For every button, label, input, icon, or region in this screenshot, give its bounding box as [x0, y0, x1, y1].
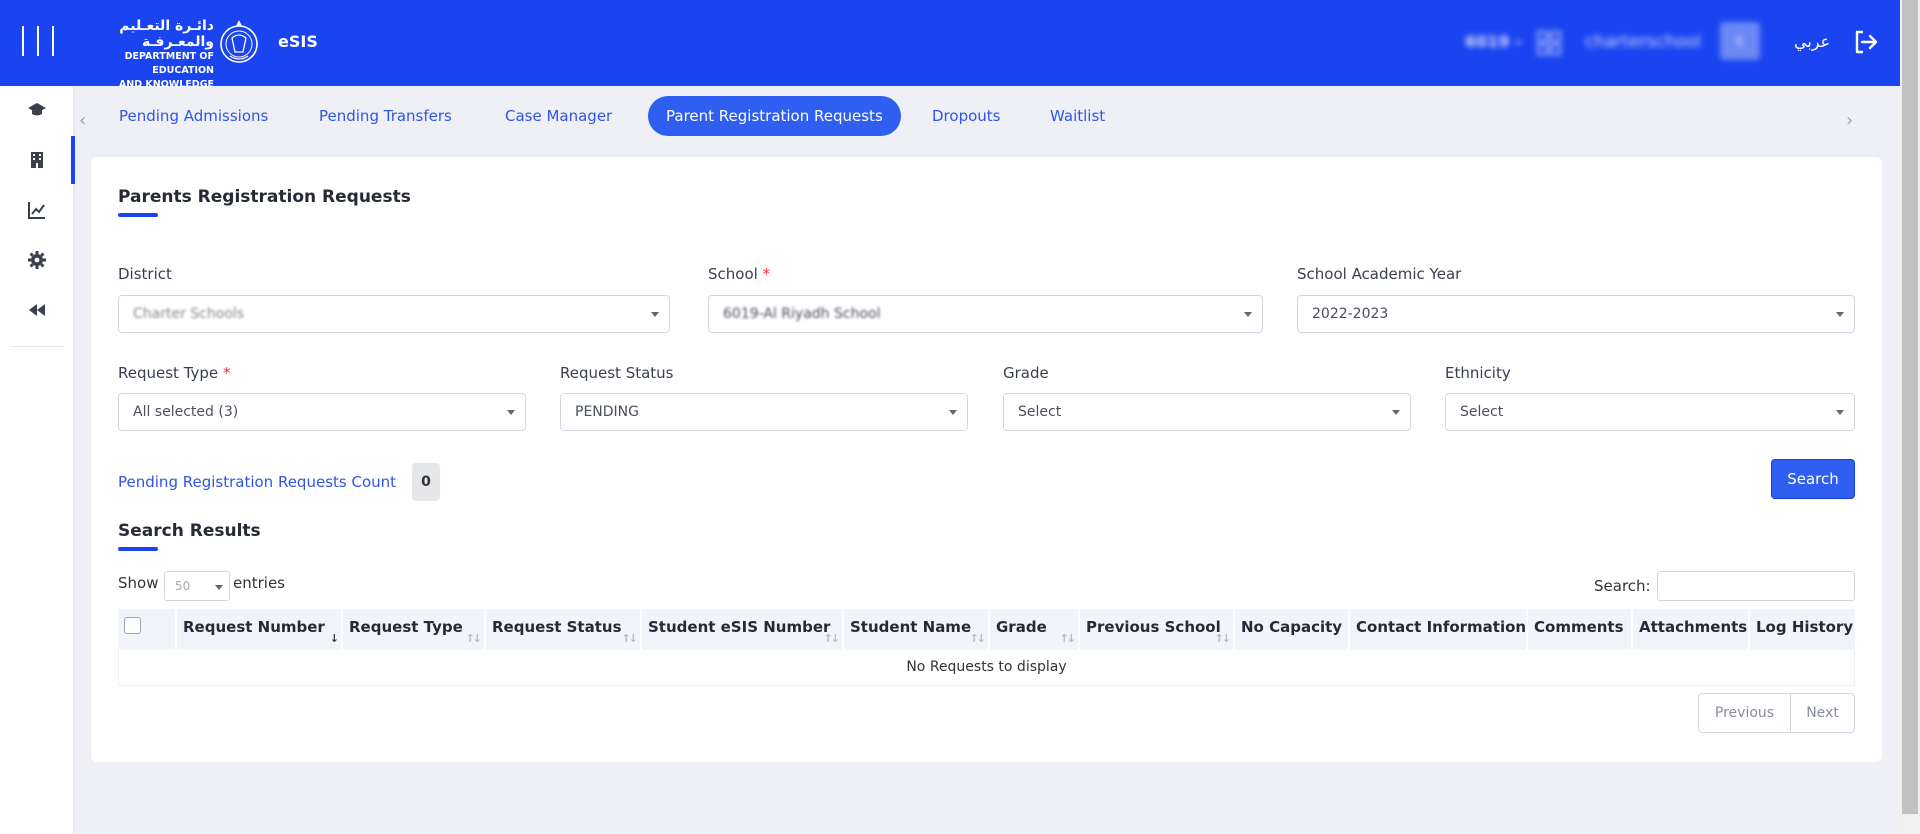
col-request-status[interactable]: Request Status ↑↓ [486, 609, 642, 650]
sidebar-item-reports[interactable] [0, 186, 74, 234]
select-all-column [118, 609, 177, 650]
menu-toggle-icon[interactable] [22, 26, 54, 56]
request-type-select[interactable]: All selected (3) [118, 393, 526, 431]
table-search-input[interactable] [1657, 571, 1855, 601]
page-title: Parents Registration Requests [118, 187, 411, 207]
col-request-type[interactable]: Request Type ↑↓ [343, 609, 486, 650]
chart-line-icon [28, 202, 45, 219]
app-name: eSIS [278, 32, 318, 51]
tab-pending-admissions[interactable]: Pending Admissions [101, 96, 286, 136]
department-logo-text: دائـرة التعـليم والمعـرفـة DEPARTMENT OF… [76, 18, 214, 92]
request-status-label: Request Status [560, 364, 674, 382]
district-label: District [118, 265, 172, 283]
request-type-label: Request Type * [118, 364, 231, 382]
request-status-value: PENDING [575, 404, 639, 420]
tab-bar: ‹ Pending Admissions Pending Transfers C… [74, 86, 1900, 150]
grade-value: Select [1018, 404, 1062, 420]
graduation-cap-icon [28, 103, 46, 116]
page-scrollbar[interactable] [1900, 0, 1920, 834]
gear-icon [28, 251, 46, 269]
username[interactable]: charterschool [1585, 32, 1701, 52]
pending-count-badge: 0 [412, 463, 440, 501]
double-chevron-left-icon [29, 304, 45, 316]
col-student-name[interactable]: Student Name ↑↓ [844, 609, 990, 650]
sidebar-item-settings[interactable] [0, 236, 74, 284]
page-size-select[interactable]: 50 [164, 571, 230, 601]
col-attachments: Attachments [1633, 609, 1750, 650]
apps-grid-icon[interactable] [1536, 30, 1562, 56]
col-log-history: Log History [1756, 618, 1854, 636]
col-request-number[interactable]: Request Number ↓ [177, 609, 343, 650]
ethnicity-label: Ethnicity [1445, 364, 1511, 382]
top-header: دائـرة التعـليم والمعـرفـة DEPARTMENT OF… [0, 0, 1900, 90]
request-status-select[interactable]: PENDING [560, 393, 968, 431]
school-label: School * [708, 265, 771, 283]
main-card: Parents Registration Requests District C… [91, 157, 1882, 762]
show-label: Show [118, 574, 159, 592]
search-button[interactable]: Search [1771, 459, 1855, 499]
sidebar-divider [10, 346, 64, 347]
logo-line1: DEPARTMENT OF EDUCATION [124, 51, 214, 76]
pending-count-label: Pending Registration Requests Count [118, 473, 397, 491]
school-code: 6019 - [1465, 32, 1522, 51]
school-value: 6019-Al Riyadh School [723, 306, 881, 322]
page-size-value: 50 [175, 579, 191, 593]
results-table: Request Number ↓ Request Type ↑↓ Request S… [118, 609, 1855, 686]
academic-year-label: School Academic Year [1297, 265, 1462, 283]
district-select[interactable]: Charter Schools [118, 295, 670, 333]
title-underline [118, 213, 158, 217]
logo-arabic: دائـرة التعـليم والمعـرفـة [119, 18, 214, 50]
sidebar [0, 86, 75, 834]
ethnicity-value: Select [1460, 404, 1504, 420]
tabs-scroll-left-icon[interactable]: ‹ [79, 110, 86, 131]
avatar[interactable]: c [1720, 22, 1760, 60]
district-value: Charter Schools [133, 306, 245, 322]
sidebar-collapse[interactable] [0, 286, 74, 334]
previous-page-button[interactable]: Previous [1699, 694, 1791, 732]
tab-pending-transfers[interactable]: Pending Transfers [301, 96, 470, 136]
col-comments: Comments [1528, 609, 1633, 650]
request-type-value: All selected (3) [133, 404, 239, 420]
col-student-esis-number[interactable]: Student eSIS Number ↑↓ [642, 609, 844, 650]
col-grade[interactable]: Grade ↑↓ [990, 609, 1080, 650]
sidebar-item-school[interactable] [0, 136, 75, 184]
entries-label: entries [233, 574, 285, 592]
academic-year-select[interactable]: 2022-2023 [1297, 295, 1855, 333]
avatar-initial: c [1736, 33, 1744, 49]
grade-label: Grade [1003, 364, 1049, 382]
building-icon [31, 152, 43, 168]
scrollbar-thumb[interactable] [1902, 0, 1918, 814]
tabs-scroll-right-icon[interactable]: › [1846, 110, 1853, 131]
table-search-label: Search: [1594, 577, 1651, 595]
pagination: Previous Next [1698, 693, 1855, 733]
col-previous-school[interactable]: Previous School ↑↓ [1080, 609, 1235, 650]
language-toggle[interactable]: عربي [1794, 32, 1830, 51]
falcon-emblem-icon [220, 20, 258, 63]
academic-year-value: 2022-2023 [1312, 306, 1389, 322]
col-contact-information: Contact Information [1350, 609, 1528, 650]
tab-parent-registration-requests[interactable]: Parent Registration Requests [648, 96, 901, 136]
sidebar-item-students[interactable] [0, 86, 74, 134]
table-header: Request Number ↓ Request Type ↑↓ Request S… [118, 609, 1855, 650]
table-body: No Requests to display [118, 650, 1855, 686]
school-select[interactable]: 6019-Al Riyadh School [708, 295, 1263, 333]
tab-waitlist[interactable]: Waitlist [1032, 96, 1123, 136]
logout-icon[interactable] [1852, 28, 1880, 56]
next-page-button[interactable]: Next [1791, 694, 1854, 732]
results-underline [118, 547, 158, 551]
select-all-checkbox[interactable] [124, 617, 141, 634]
empty-message: No Requests to display [906, 659, 1067, 675]
tab-dropouts[interactable]: Dropouts [914, 96, 1018, 136]
search-results-title: Search Results [118, 521, 261, 541]
ethnicity-select[interactable]: Select [1445, 393, 1855, 431]
tab-case-manager[interactable]: Case Manager [487, 96, 630, 136]
col-no-capacity: No Capacity [1235, 609, 1350, 650]
grade-select[interactable]: Select [1003, 393, 1411, 431]
